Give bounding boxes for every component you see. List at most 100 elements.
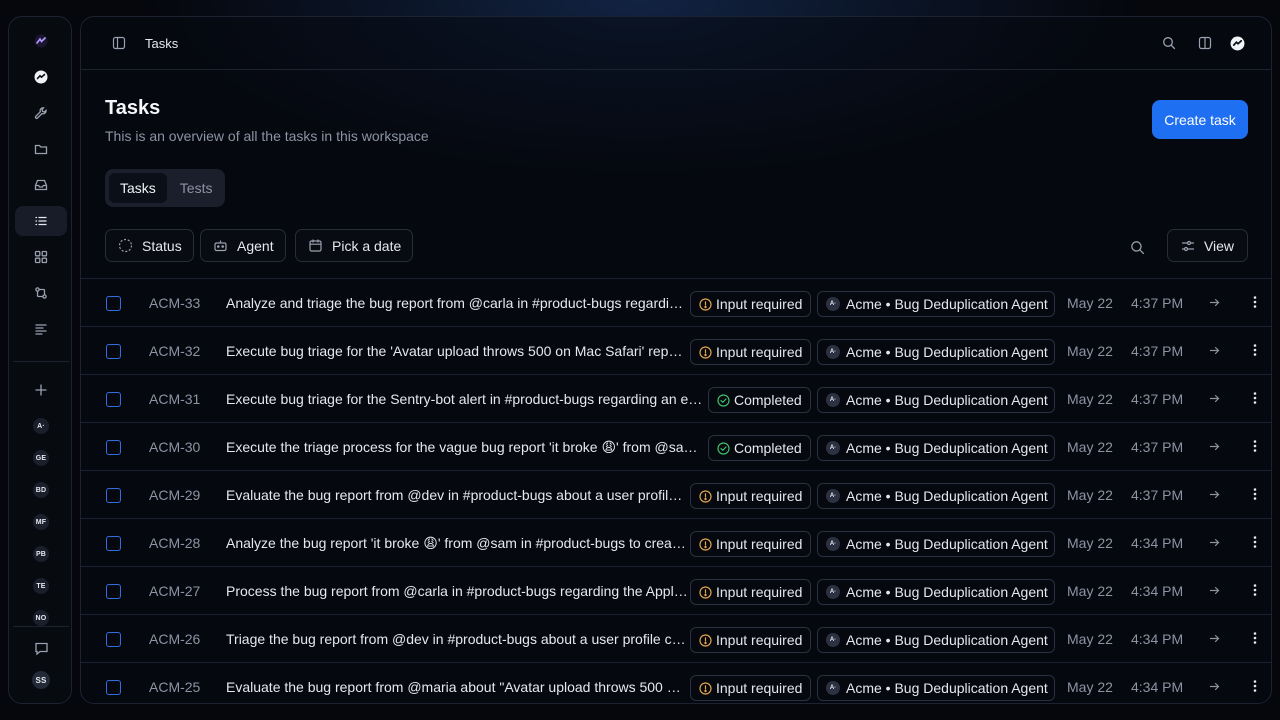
flow-icon[interactable] [15,278,67,308]
table-row[interactable]: ACM-31 Execute bug triage for the Sentry… [81,374,1271,422]
row-checkbox[interactable] [106,584,121,599]
row-checkbox[interactable] [106,488,121,503]
list-icon[interactable] [15,206,67,236]
agent-avatar-te[interactable]: TE [33,578,49,594]
more-vertical-icon[interactable] [1248,487,1262,506]
task-title[interactable]: Execute the triage process for the vague… [226,439,706,456]
table-row[interactable]: ACM-30 Execute the triage process for th… [81,422,1271,470]
agent-avatar-bd[interactable]: BD [33,482,49,498]
row-checkbox[interactable] [106,632,121,647]
table-row[interactable]: ACM-25 Evaluate the bug report from @mar… [81,662,1271,703]
more-vertical-icon[interactable] [1248,391,1262,410]
table-row[interactable]: ACM-27 Process the bug report from @carl… [81,566,1271,614]
chat-icon[interactable] [15,633,67,663]
status-badge[interactable]: Input required [690,291,812,317]
table-row[interactable]: ACM-29 Evaluate the bug report from @dev… [81,470,1271,518]
status-badge[interactable]: Input required [690,627,812,653]
task-time: 4:37 PM [1131,295,1184,311]
task-title[interactable]: Analyze and triage the bug report from @… [226,295,688,311]
arrow-right-icon[interactable] [1208,344,1221,362]
agent-badge[interactable]: A· Acme • Bug Deduplication Agent [817,435,1055,461]
arrow-right-icon[interactable] [1208,680,1221,698]
status-badge[interactable]: Completed [708,387,811,413]
date-filter-button[interactable]: Pick a date [295,229,414,262]
task-title[interactable]: Process the bug report from @carla in #p… [226,583,688,599]
status-badge[interactable]: Input required [690,339,812,365]
agent-badge[interactable]: A· Acme • Bug Deduplication Agent [817,627,1055,653]
status-badge[interactable]: Input required [690,483,812,509]
arrow-right-icon[interactable] [1208,632,1221,650]
plus-icon[interactable] [15,375,67,405]
status-filter-button[interactable]: Status [105,229,194,262]
agent-badge[interactable]: A· Acme • Bug Deduplication Agent [817,291,1055,317]
arrow-right-icon[interactable] [1208,536,1221,554]
task-title[interactable]: Execute bug triage for the 'Avatar uploa… [226,343,688,359]
user-avatar[interactable]: SS [32,671,50,689]
tab-tests[interactable]: Tests [169,173,224,203]
table-row[interactable]: ACM-26 Triage the bug report from @dev i… [81,614,1271,662]
more-vertical-icon[interactable] [1248,583,1262,602]
text-align-icon[interactable] [15,314,67,344]
integrations-icon[interactable] [15,62,67,92]
agent-badge[interactable]: A· Acme • Bug Deduplication Agent [817,675,1055,701]
logo-icon[interactable] [15,26,67,56]
status-badge[interactable]: Input required [690,579,812,605]
main-panel: Tasks Tasks This is an overview of all t… [80,16,1272,704]
agent-avatar-pb[interactable]: PB [33,546,49,562]
arrow-right-icon[interactable] [1208,392,1221,410]
more-vertical-icon[interactable] [1248,631,1262,650]
task-id: ACM-26 [149,631,201,647]
agent-badge[interactable]: A· Acme • Bug Deduplication Agent [817,387,1055,413]
search-icon[interactable] [1161,35,1177,51]
task-time: 4:37 PM [1131,487,1184,503]
agent-badge[interactable]: A· Acme • Bug Deduplication Agent [817,531,1055,557]
agent-badge[interactable]: A· Acme • Bug Deduplication Agent [817,579,1055,605]
more-vertical-icon[interactable] [1248,295,1262,314]
arrow-right-icon[interactable] [1208,488,1221,506]
folder-icon[interactable] [15,134,67,164]
row-checkbox[interactable] [106,536,121,551]
row-checkbox[interactable] [106,296,121,311]
table-row[interactable]: ACM-33 Analyze and triage the bug report… [81,278,1271,326]
agent-avatar-ge[interactable]: GE [33,450,49,466]
task-title[interactable]: Triage the bug report from @dev in #prod… [226,631,688,647]
inbox-icon[interactable] [15,170,67,200]
agent-avatar-no[interactable]: NO [33,610,49,626]
arrow-right-icon[interactable] [1208,584,1221,602]
more-vertical-icon[interactable] [1248,439,1262,458]
agent-avatar-a[interactable]: A· [33,418,49,434]
row-checkbox[interactable] [106,440,121,455]
task-title[interactable]: Evaluate the bug report from @maria abou… [226,679,688,695]
arrow-right-icon[interactable] [1208,296,1221,314]
grid-icon[interactable] [15,242,67,272]
more-vertical-icon[interactable] [1248,679,1262,698]
tab-tasks[interactable]: Tasks [109,173,167,203]
sidebar-toggle-icon[interactable] [111,35,127,51]
row-checkbox[interactable] [106,344,121,359]
integrations-icon[interactable] [1229,35,1245,51]
task-title[interactable]: Analyze the bug report 'it broke 😩' from… [226,535,688,552]
panel-layout-icon[interactable] [1197,35,1213,51]
task-date: May 22 [1067,295,1113,311]
more-vertical-icon[interactable] [1248,343,1262,362]
create-task-button[interactable]: Create task [1152,100,1248,139]
task-title[interactable]: Execute bug triage for the Sentry-bot al… [226,391,706,407]
more-vertical-icon[interactable] [1248,535,1262,554]
status-badge[interactable]: Completed [708,435,811,461]
agent-avatar-mf[interactable]: MF [33,514,49,530]
agent-badge[interactable]: A· Acme • Bug Deduplication Agent [817,339,1055,365]
view-options-button[interactable]: View [1167,229,1248,262]
task-id: ACM-33 [149,295,201,311]
agent-badge[interactable]: A· Acme • Bug Deduplication Agent [817,483,1055,509]
wrench-icon[interactable] [15,98,67,128]
row-checkbox[interactable] [106,392,121,407]
status-badge[interactable]: Input required [690,531,812,557]
table-row[interactable]: ACM-28 Analyze the bug report 'it broke … [81,518,1271,566]
table-search-icon[interactable] [1129,239,1145,255]
arrow-right-icon[interactable] [1208,440,1221,458]
task-title[interactable]: Evaluate the bug report from @dev in #pr… [226,487,688,503]
row-checkbox[interactable] [106,680,121,695]
agent-filter-button[interactable]: Agent [200,229,286,262]
table-row[interactable]: ACM-32 Execute bug triage for the 'Avata… [81,326,1271,374]
status-badge[interactable]: Input required [690,675,812,701]
